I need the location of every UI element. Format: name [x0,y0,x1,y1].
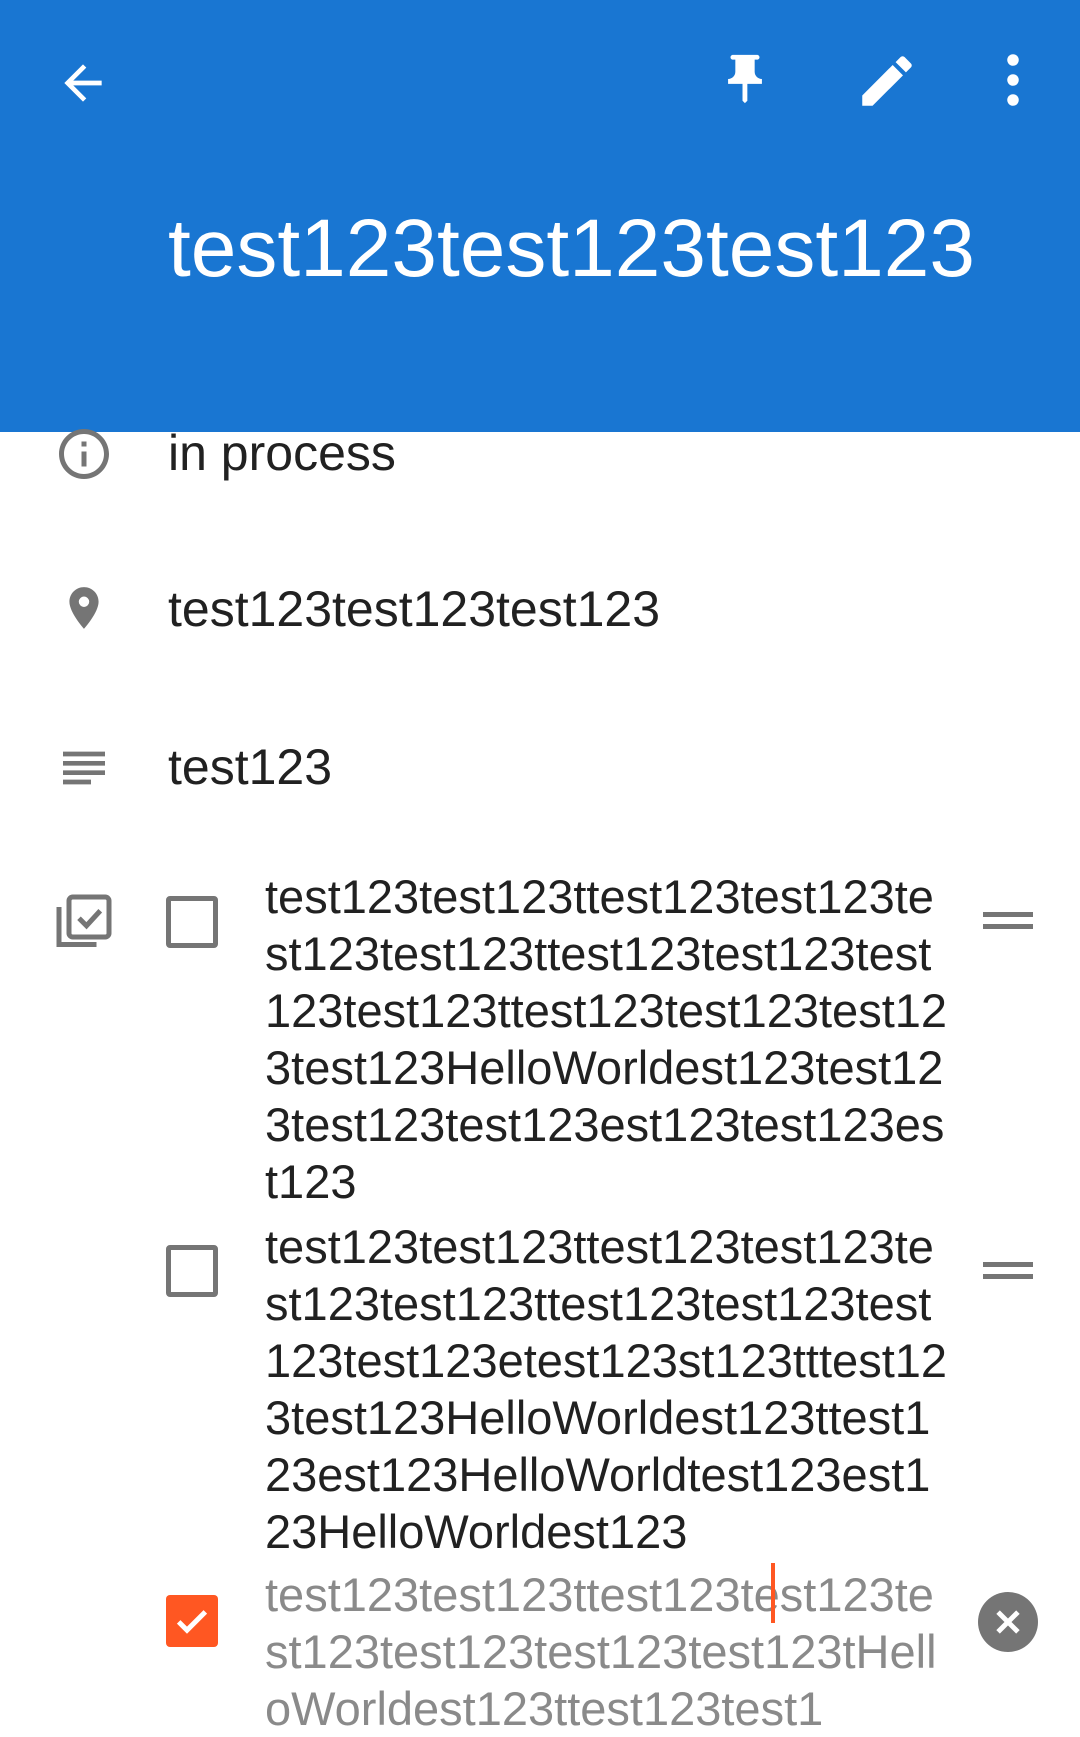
location-pin-icon [54,578,114,638]
text-cursor [771,1563,775,1623]
location-text: test123test123test123 [168,581,661,637]
arrow-back-icon [64,64,102,102]
pin-icon [728,54,762,104]
checklist-item-text[interactable]: test123test123ttest123test123test123test… [265,868,955,1210]
app-bar: test123test123test123 [0,0,1080,432]
checklist-item-text[interactable]: test123test123ttest123test123test123test… [265,1218,955,1560]
more-vert-icon [1007,54,1019,106]
overflow-menu-button[interactable] [990,50,1036,110]
checklist-item-checkbox-checked[interactable] [166,1595,218,1647]
notes-icon [54,738,114,798]
close-icon [996,1610,1020,1634]
check-icon [176,1610,208,1634]
info-icon [54,424,114,484]
description-text: test123 [168,739,333,795]
pencil-icon [862,56,912,106]
drag-handle-icon[interactable] [983,912,1033,932]
status-text: in process [168,425,396,481]
pin-button[interactable] [710,44,780,114]
checklist-item-checkbox[interactable] [166,896,218,948]
page-title: test123test123test123 [168,203,975,294]
edit-button[interactable] [850,44,924,118]
checklist-icon [54,892,114,952]
checklist-item-checkbox[interactable] [166,1245,218,1297]
remove-item-button[interactable] [978,1592,1038,1652]
drag-handle-icon[interactable] [983,1262,1033,1282]
checklist-item-text-input[interactable]: test123test123ttest123test123test123test… [265,1566,955,1737]
back-button[interactable] [50,50,116,116]
